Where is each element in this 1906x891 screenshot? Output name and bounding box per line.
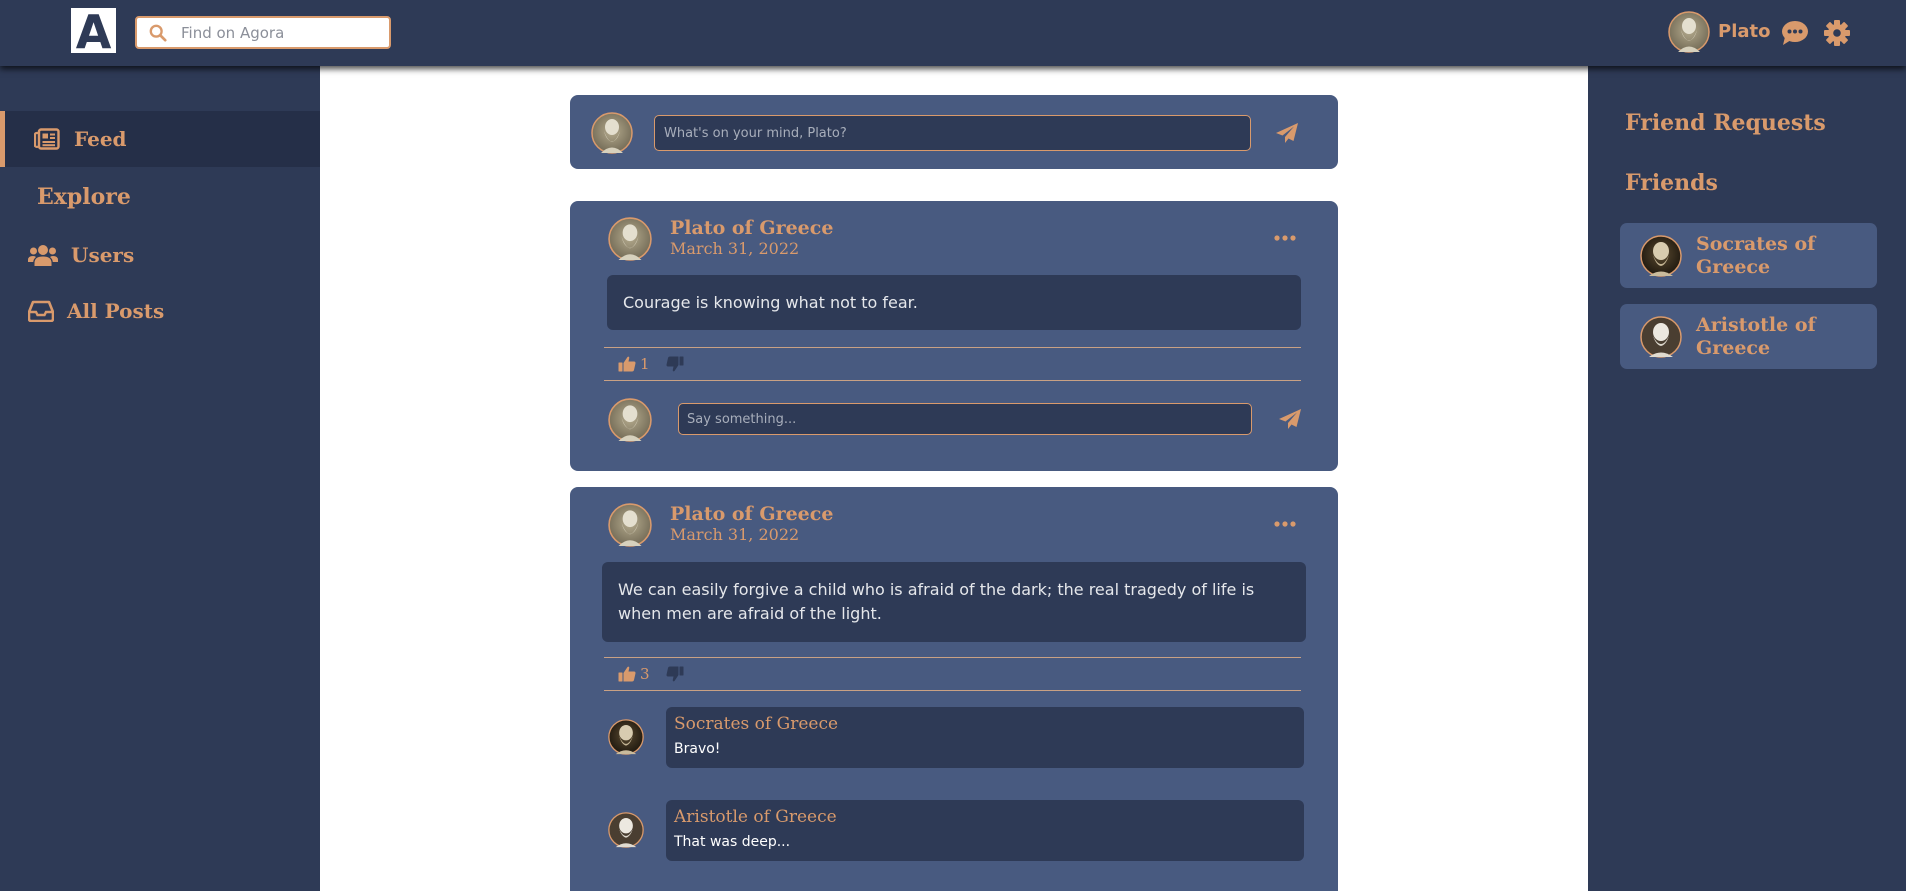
top-navbar: A Plato <box>0 0 1906 66</box>
comment-composer <box>570 398 1338 442</box>
vote-bar: 3 <box>618 665 684 683</box>
post-card: Plato of Greece March 31, 2022 We can ea… <box>570 487 1338 891</box>
comment-author[interactable]: Aristotle of Greece <box>674 807 837 827</box>
comment-bubble: Socrates of Greece Bravo! <box>666 707 1304 768</box>
agora-logo[interactable]: A <box>71 8 116 55</box>
search-icon <box>149 24 167 42</box>
friend-card-socrates[interactable]: Socrates of Greece <box>1620 223 1877 288</box>
friends-title: Friends <box>1625 170 1718 196</box>
like-count: 1 <box>640 355 650 373</box>
gear-icon[interactable] <box>1823 19 1851 47</box>
comment-input[interactable] <box>678 403 1252 435</box>
users-icon <box>28 244 58 266</box>
comment-text: Bravo! <box>674 741 721 757</box>
friend-avatar <box>1640 315 1682 358</box>
search-input[interactable] <box>181 23 371 42</box>
comment-bubble: Aristotle of Greece That was deep... <box>666 800 1304 861</box>
sidebar-item-all-posts[interactable]: All Posts <box>0 283 320 339</box>
like-count: 3 <box>640 665 650 683</box>
inbox-icon <box>26 300 56 322</box>
post-card: Plato of Greece March 31, 2022 Courage i… <box>570 201 1338 471</box>
commenter-avatar[interactable] <box>608 719 644 755</box>
sidebar-item-label: All Posts <box>67 299 165 323</box>
post-author[interactable]: Plato of Greece <box>670 217 833 239</box>
newspaper-icon <box>32 128 62 150</box>
thumbs-down-icon[interactable] <box>666 666 684 682</box>
thumbs-up-icon[interactable] <box>618 666 636 682</box>
sidebar-item-label: Users <box>71 243 135 267</box>
commenter-avatar[interactable] <box>608 812 644 848</box>
post-body: We can easily forgive a child who is afr… <box>602 562 1306 642</box>
sidebar-item-label: Feed <box>74 127 127 151</box>
left-sidebar: Feed Explore Users All Posts <box>0 66 320 891</box>
friend-card-aristotle[interactable]: Aristotle of Greece <box>1620 304 1877 369</box>
sidebar-item-feed[interactable]: Feed <box>0 111 320 167</box>
divider <box>604 380 1301 381</box>
vote-bar: 1 <box>618 355 684 373</box>
post-input[interactable] <box>654 115 1251 151</box>
divider <box>604 690 1301 691</box>
friend-name: Aristotle of Greece <box>1696 313 1816 359</box>
comment-author[interactable]: Socrates of Greece <box>674 714 838 734</box>
author-avatar[interactable] <box>608 217 652 261</box>
post-date: March 31, 2022 <box>670 239 800 258</box>
post-body: Courage is knowing what not to fear. <box>607 275 1301 330</box>
sidebar-item-users[interactable]: Users <box>0 227 320 283</box>
divider <box>604 347 1301 348</box>
friend-requests-title: Friend Requests <box>1625 110 1826 136</box>
header-username[interactable]: Plato <box>1718 21 1770 42</box>
user-avatar <box>591 112 633 154</box>
comment-text: That was deep... <box>674 834 791 850</box>
friend-name: Socrates of Greece <box>1696 232 1816 278</box>
paper-plane-icon[interactable] <box>1278 408 1302 430</box>
paper-plane-icon[interactable] <box>1275 122 1299 144</box>
divider <box>604 657 1301 658</box>
post-date: March 31, 2022 <box>670 525 800 544</box>
right-sidebar: Friend Requests Friends Socrates of Gree… <box>1588 66 1906 891</box>
post-composer <box>570 95 1338 169</box>
friend-avatar <box>1640 234 1682 277</box>
ellipsis-icon[interactable] <box>1274 521 1296 527</box>
author-avatar[interactable] <box>608 503 652 547</box>
post-author[interactable]: Plato of Greece <box>670 503 833 525</box>
search-bar[interactable] <box>135 16 391 49</box>
thumbs-down-icon[interactable] <box>666 356 684 372</box>
user-avatar <box>608 398 652 442</box>
sidebar-item-explore[interactable]: Explore <box>0 169 320 225</box>
user-avatar[interactable] <box>1668 11 1710 53</box>
ellipsis-icon[interactable] <box>1274 235 1296 241</box>
comment-dots-icon[interactable] <box>1781 20 1809 46</box>
thumbs-up-icon[interactable] <box>618 356 636 372</box>
sidebar-item-label: Explore <box>37 184 131 210</box>
